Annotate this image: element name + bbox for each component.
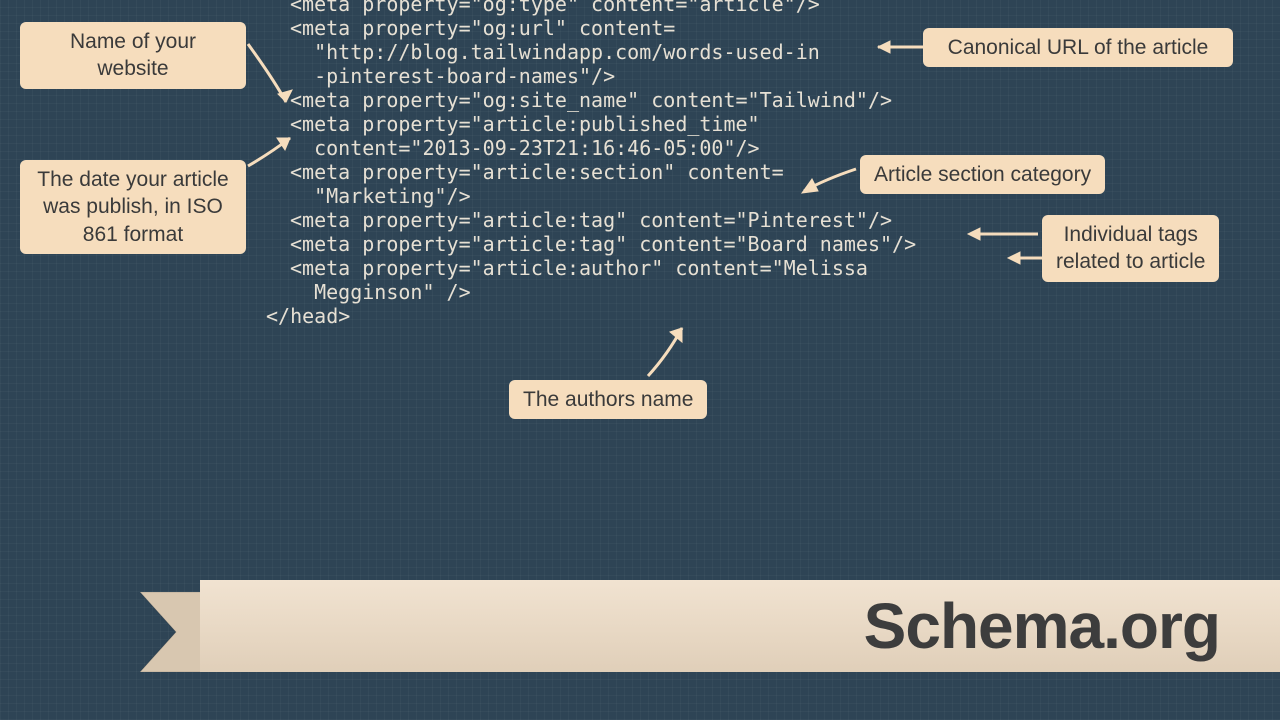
code-line: <meta property="article:section" content…: [290, 160, 784, 184]
label-canonical-url: Canonical URL of the article: [923, 28, 1233, 67]
code-line: Megginson" />: [290, 280, 471, 304]
arrow-section-category: [792, 165, 862, 201]
code-line: <meta property="og:type" content="articl…: [290, 0, 820, 16]
code-line: <meta property="article:tag" content="Pi…: [290, 208, 892, 232]
code-line: content="2013-09-23T21:16:46-05:00"/>: [290, 136, 760, 160]
arrow-author: [638, 318, 698, 382]
arrow-published-date: [244, 130, 302, 170]
ribbon-title: Schema.org: [864, 589, 1220, 663]
section-ribbon: Schema.org: [140, 580, 1280, 696]
label-website-name: Name of your website: [20, 22, 246, 89]
code-block: <meta property="og:type" content="articl…: [290, 0, 916, 328]
arrow-tag-2: [1000, 247, 1046, 269]
label-tags: Individual tags related to article: [1042, 215, 1219, 282]
ribbon-body: Schema.org: [200, 580, 1280, 672]
code-line: <meta property="article:author" content=…: [290, 256, 868, 280]
code-line: <meta property="og:site_name" content="T…: [290, 88, 892, 112]
label-author: The authors name: [509, 380, 707, 419]
label-published-date: The date your article was publish, in IS…: [20, 160, 246, 254]
arrow-tag-1: [960, 223, 1042, 245]
code-line: <meta property="article:published_time": [290, 112, 760, 136]
arrow-canonical-url: [870, 36, 930, 58]
code-line: "http://blog.tailwindapp.com/words-used-…: [290, 40, 820, 64]
arrow-website-name: [244, 40, 296, 120]
code-line: </head>: [266, 304, 350, 328]
code-line: "Marketing"/>: [290, 184, 471, 208]
label-section-category: Article section category: [860, 155, 1105, 194]
code-line: -pinterest-board-names"/>: [290, 64, 615, 88]
code-line: <meta property="article:tag" content="Bo…: [290, 232, 916, 256]
code-line: <meta property="og:url" content=: [290, 16, 675, 40]
